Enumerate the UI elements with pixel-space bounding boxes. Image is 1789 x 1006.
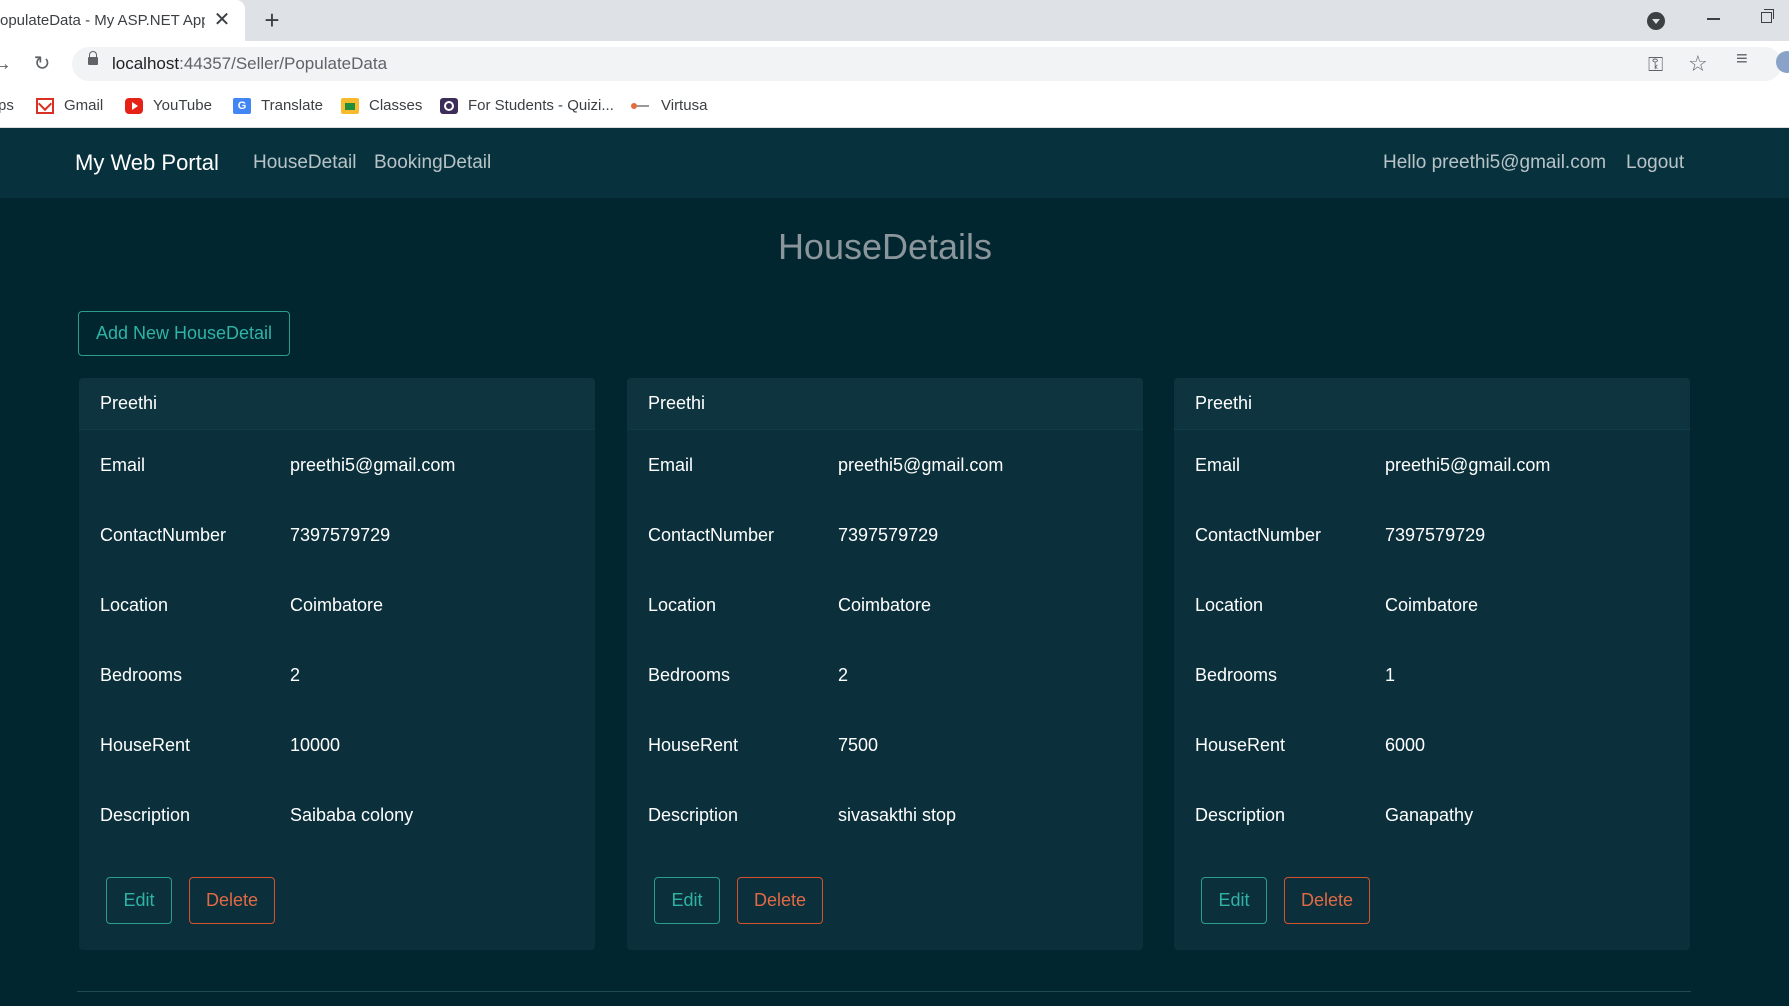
edit-button[interactable]: Edit <box>106 877 172 924</box>
rent-value: 7500 <box>838 735 879 755</box>
bookmark-apps[interactable]: ps <box>0 97 14 114</box>
location-value: Coimbatore <box>1385 595 1479 615</box>
minimize-window-icon[interactable] <box>1703 6 1725 28</box>
user-greeting-link[interactable]: Hello preethi5@gmail.com <box>1383 152 1606 174</box>
house-card: Preethi Email preethi5@gmail.com Contact… <box>1174 378 1690 950</box>
classes-icon <box>341 97 359 114</box>
site-navbar: My Web Portal HouseDetail BookingDetail … <box>0 128 1789 198</box>
email-value: preethi5@gmail.com <box>838 455 1004 475</box>
contact-value: 7397579729 <box>1385 525 1486 545</box>
nav-link-housedetail[interactable]: HouseDetail <box>253 152 357 174</box>
bedrooms-label: Bedrooms <box>100 665 183 685</box>
rent-label: HouseRent <box>648 735 739 755</box>
bedrooms-value: 2 <box>290 665 301 685</box>
bookmark-youtube[interactable]: YouTube <box>125 97 212 114</box>
description-value: sivasakthi stop <box>838 805 957 825</box>
browser-tab[interactable]: opulateData - My ASP.NET Appl ✕ <box>0 0 245 41</box>
email-label: Email <box>1195 455 1241 475</box>
bookmark-gmail[interactable]: Gmail <box>36 97 103 114</box>
email-label: Email <box>648 455 694 475</box>
address-bar[interactable]: localhost:44357/Seller/PopulateData ⚿ ☆ <box>72 47 1782 81</box>
contact-label: ContactNumber <box>648 525 775 545</box>
gmail-icon <box>36 97 54 114</box>
house-card: Preethi Email preethi5@gmail.com Contact… <box>79 378 595 950</box>
description-label: Description <box>648 805 739 825</box>
restore-window-icon[interactable] <box>1757 8 1779 30</box>
quizizz-icon <box>440 97 458 114</box>
contact-value: 7397579729 <box>290 525 391 545</box>
virtusa-icon <box>631 98 651 114</box>
description-label: Description <box>1195 805 1286 825</box>
description-label: Description <box>100 805 191 825</box>
logout-link[interactable]: Logout <box>1626 152 1684 174</box>
rent-value: 6000 <box>1385 735 1426 755</box>
bookmark-quizizz[interactable]: For Students - Quizi... <box>440 97 614 114</box>
page-title: HouseDetails <box>777 226 993 267</box>
owner-name: Preethi <box>100 393 158 413</box>
location-label: Location <box>1195 595 1264 615</box>
contact-label: ContactNumber <box>100 525 227 545</box>
browser-toolbar: → ↻ localhost:44357/Seller/PopulateData … <box>0 41 1789 87</box>
rent-value: 10000 <box>290 735 341 755</box>
rent-label: HouseRent <box>100 735 191 755</box>
nav-link-bookingdetail[interactable]: BookingDetail <box>374 152 491 174</box>
delete-button[interactable]: Delete <box>1284 877 1370 924</box>
email-value: preethi5@gmail.com <box>1385 455 1551 475</box>
description-value: Ganapathy <box>1385 805 1474 825</box>
bookmarks-bar: ps Gmail YouTube G Translate Classes For… <box>0 87 1789 128</box>
reload-icon[interactable]: ↻ <box>30 52 54 76</box>
forward-arrow-icon[interactable]: → <box>0 52 14 76</box>
bedrooms-label: Bedrooms <box>1195 665 1278 685</box>
bookmark-star-icon[interactable]: ☆ <box>1688 51 1708 77</box>
lock-icon[interactable] <box>88 51 98 65</box>
delete-button[interactable]: Delete <box>189 877 275 924</box>
new-tab-button[interactable]: + <box>258 6 286 34</box>
url-text[interactable]: localhost:44357/Seller/PopulateData <box>112 54 387 74</box>
edit-button[interactable]: Edit <box>654 877 720 924</box>
owner-name: Preethi <box>1195 393 1253 413</box>
tab-title: opulateData - My ASP.NET Appl <box>0 12 205 29</box>
footer-divider <box>77 991 1691 992</box>
password-key-icon[interactable]: ⚿ <box>1648 54 1663 77</box>
brand-link[interactable]: My Web Portal <box>75 150 219 176</box>
rent-label: HouseRent <box>1195 735 1286 755</box>
youtube-icon <box>125 97 143 114</box>
bedrooms-label: Bedrooms <box>648 665 731 685</box>
contact-label: ContactNumber <box>1195 525 1322 545</box>
add-new-housedetail-button[interactable]: Add New HouseDetail <box>78 311 290 356</box>
contact-value: 7397579729 <box>838 525 939 545</box>
email-value: preethi5@gmail.com <box>290 455 456 475</box>
bedrooms-value: 2 <box>838 665 849 685</box>
location-value: Coimbatore <box>838 595 932 615</box>
close-tab-icon[interactable]: ✕ <box>211 9 233 31</box>
bedrooms-value: 1 <box>1385 665 1396 685</box>
email-label: Email <box>100 455 146 475</box>
delete-button[interactable]: Delete <box>737 877 823 924</box>
browser-tab-strip: opulateData - My ASP.NET Appl ✕ + <box>0 0 1789 41</box>
location-value: Coimbatore <box>290 595 384 615</box>
edit-button[interactable]: Edit <box>1201 877 1267 924</box>
tab-search-icon[interactable] <box>1647 12 1665 30</box>
reading-list-icon[interactable]: ≡ <box>1736 48 1748 71</box>
owner-name: Preethi <box>648 393 706 413</box>
location-label: Location <box>100 595 169 615</box>
location-label: Location <box>648 595 717 615</box>
bookmark-virtusa[interactable]: Virtusa <box>631 97 707 114</box>
bookmark-classes[interactable]: Classes <box>341 97 422 114</box>
bookmark-translate[interactable]: G Translate <box>233 97 323 114</box>
description-value: Saibaba colony <box>290 805 414 825</box>
translate-icon: G <box>233 97 251 114</box>
house-card: Preethi Email preethi5@gmail.com Contact… <box>627 378 1143 950</box>
